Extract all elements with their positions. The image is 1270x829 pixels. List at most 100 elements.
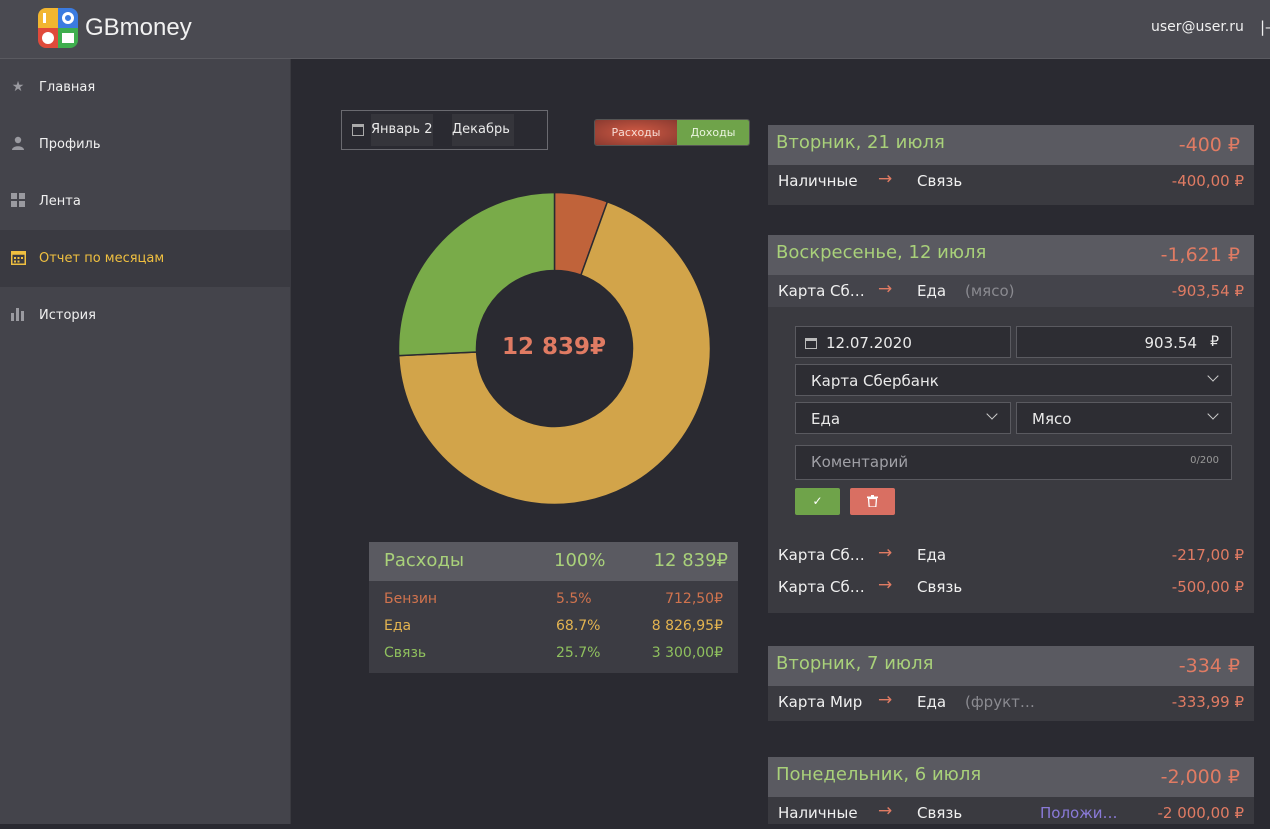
- account-select[interactable]: Карта Сбербанк: [795, 364, 1232, 396]
- summary-row-name: Связь: [384, 645, 427, 661]
- day-total: -1,621 ₽: [1160, 244, 1240, 266]
- transaction-comment: (мясо): [965, 282, 1015, 300]
- transaction-amount: -500,00 ₽: [1171, 578, 1244, 596]
- summary-row-sum: 712,50₽: [665, 591, 723, 607]
- calendar-icon: [10, 250, 26, 266]
- subcategory-select[interactable]: Мясо: [1016, 402, 1232, 434]
- transaction-amount: -217,00 ₽: [1171, 546, 1244, 564]
- calendar-icon: [805, 338, 817, 349]
- transaction-category: Еда: [917, 546, 947, 564]
- day-title: Понедельник, 6 июля: [776, 764, 982, 785]
- transaction-account: Карта Сбербанк: [778, 578, 868, 596]
- category-select[interactable]: Еда: [795, 402, 1011, 434]
- transaction-comment: (фрукты): [965, 693, 1035, 711]
- trash-icon: [867, 495, 878, 508]
- transaction-row[interactable]: Карта Сбербанк → Еда -217,00 ₽: [768, 539, 1254, 571]
- type-toggle: Расходы Доходы: [594, 119, 750, 146]
- transaction-account: Карта Мир: [778, 693, 863, 711]
- arrow-right-icon: →: [878, 279, 893, 299]
- expenses-toggle-button[interactable]: Расходы: [595, 120, 677, 145]
- donut-center-total: 12 839₽: [501, 334, 607, 360]
- transaction-account: Карта Сбербанк: [778, 282, 868, 300]
- transaction-amount: -903,54 ₽: [1171, 282, 1244, 300]
- day-total: -334 ₽: [1178, 655, 1240, 677]
- transaction-category: Связь: [917, 578, 963, 596]
- sidebar-item-label: Профиль: [39, 137, 101, 152]
- summary-row-name: Еда: [384, 618, 412, 634]
- summary-header-label: Расходы: [384, 550, 465, 571]
- transaction-amount: -2 000,00 ₽: [1157, 804, 1244, 822]
- bar-chart-icon: [10, 307, 26, 323]
- day-header[interactable]: Понедельник, 6 июля -2,000 ₽: [768, 757, 1254, 797]
- arrow-right-icon: →: [878, 801, 893, 821]
- date-from-input[interactable]: Январь 2020: [371, 114, 433, 146]
- summary-row-percent: 68.7%: [556, 618, 601, 634]
- transaction-edit-form: 12.07.2020 903.54 ₽ Карта Сбербанк Еда М…: [768, 307, 1254, 539]
- amount-value: 903.54: [1144, 334, 1198, 352]
- summary-row[interactable]: Связь 25.7% 3 300,00₽: [369, 641, 738, 668]
- delete-button[interactable]: [850, 488, 895, 515]
- logo-icon[interactable]: [38, 8, 78, 48]
- transaction-row[interactable]: Наличные → Связь -400,00 ₽: [768, 165, 1254, 197]
- amount-field[interactable]: 903.54 ₽: [1016, 326, 1232, 358]
- summary-table: Расходы 100% 12 839₽ Бензин 5.5% 712,50₽…: [369, 542, 738, 673]
- arrow-right-icon: →: [878, 169, 893, 189]
- chevron-down-icon: [986, 408, 998, 420]
- sidebar-item-monthly-report[interactable]: Отчет по месяцам: [0, 230, 291, 287]
- day-group: Воскресенье, 12 июля -1,621 ₽ Карта Сбер…: [768, 235, 1254, 613]
- logout-icon[interactable]: |–: [1260, 18, 1270, 36]
- calendar-icon: [352, 124, 364, 136]
- summary-row[interactable]: Еда 68.7% 8 826,95₽: [369, 614, 738, 641]
- sidebar-item-label: Лента: [39, 194, 81, 209]
- transaction-category: Еда: [917, 282, 947, 300]
- arrow-right-icon: →: [878, 543, 893, 563]
- arrow-right-icon: →: [878, 575, 893, 595]
- day-total: -400 ₽: [1178, 134, 1240, 156]
- income-toggle-button[interactable]: Доходы: [677, 120, 749, 145]
- transaction-amount: -400,00 ₽: [1171, 172, 1244, 190]
- sidebar-item-home[interactable]: ★ Главная: [0, 59, 291, 116]
- transaction-row[interactable]: Карта Мир → Еда (фрукты) -333,99 ₽: [768, 686, 1254, 718]
- arrow-right-icon: →: [878, 690, 893, 710]
- sidebar-item-profile[interactable]: Профиль: [0, 116, 291, 173]
- date-range-picker[interactable]: Январь 2020 Декабрь 2020: [341, 110, 548, 150]
- day-title: Вторник, 21 июля: [776, 132, 945, 153]
- day-total: -2,000 ₽: [1160, 766, 1240, 788]
- donut-slice-Связь[interactable]: [398, 192, 556, 357]
- chevron-down-icon: [1207, 370, 1219, 382]
- user-email[interactable]: user@user.ru: [1151, 19, 1244, 35]
- sidebar-item-history[interactable]: История: [0, 287, 291, 344]
- summary-row[interactable]: Бензин 5.5% 712,50₽: [369, 587, 738, 614]
- date-field[interactable]: 12.07.2020: [795, 326, 1011, 358]
- transaction-category: Еда: [917, 693, 947, 711]
- account-value: Карта Сбербанк: [811, 372, 939, 390]
- summary-row-name: Бензин: [384, 591, 438, 607]
- sidebar: ★ Главная Профиль Лента Отчет по месяцам…: [0, 59, 291, 824]
- comment-placeholder: Коментарий: [811, 453, 909, 471]
- summary-row-percent: 5.5%: [556, 591, 592, 607]
- day-group: Вторник, 21 июля -400 ₽ Наличные → Связь…: [768, 125, 1254, 205]
- transaction-row[interactable]: Наличные → Связь Положить на телефон -2 …: [768, 797, 1254, 829]
- brand-name[interactable]: GBmoney: [85, 14, 192, 42]
- day-header[interactable]: Воскресенье, 12 июля -1,621 ₽: [768, 235, 1254, 275]
- day-group: Понедельник, 6 июля -2,000 ₽ Наличные → …: [768, 757, 1254, 824]
- chevron-down-icon: [1207, 408, 1219, 420]
- sidebar-item-label: Главная: [39, 80, 96, 95]
- transaction-category: Связь: [917, 172, 963, 190]
- day-header[interactable]: Вторник, 21 июля -400 ₽: [768, 125, 1254, 165]
- subcategory-value: Мясо: [1032, 410, 1072, 428]
- day-title: Вторник, 7 июля: [776, 653, 934, 674]
- comment-textarea[interactable]: Коментарий 0/200: [795, 445, 1232, 480]
- day-group: Вторник, 7 июля -334 ₽ Карта Мир → Еда (…: [768, 646, 1254, 721]
- sidebar-item-feed[interactable]: Лента: [0, 173, 291, 230]
- transaction-row[interactable]: Карта Сбербанк → Связь -500,00 ₽: [768, 571, 1254, 603]
- save-button[interactable]: ✓: [795, 488, 840, 515]
- transaction-row[interactable]: Карта Сбербанк → Еда (мясо) -903,54 ₽: [768, 275, 1254, 307]
- day-header[interactable]: Вторник, 7 июля -334 ₽: [768, 646, 1254, 686]
- grid-icon: [10, 193, 26, 209]
- date-to-input[interactable]: Декабрь 2020: [452, 114, 514, 146]
- summary-header-percent: 100%: [554, 550, 606, 571]
- category-value: Еда: [811, 410, 841, 428]
- sidebar-item-label: Отчет по месяцам: [39, 251, 165, 266]
- user-icon: [10, 136, 26, 152]
